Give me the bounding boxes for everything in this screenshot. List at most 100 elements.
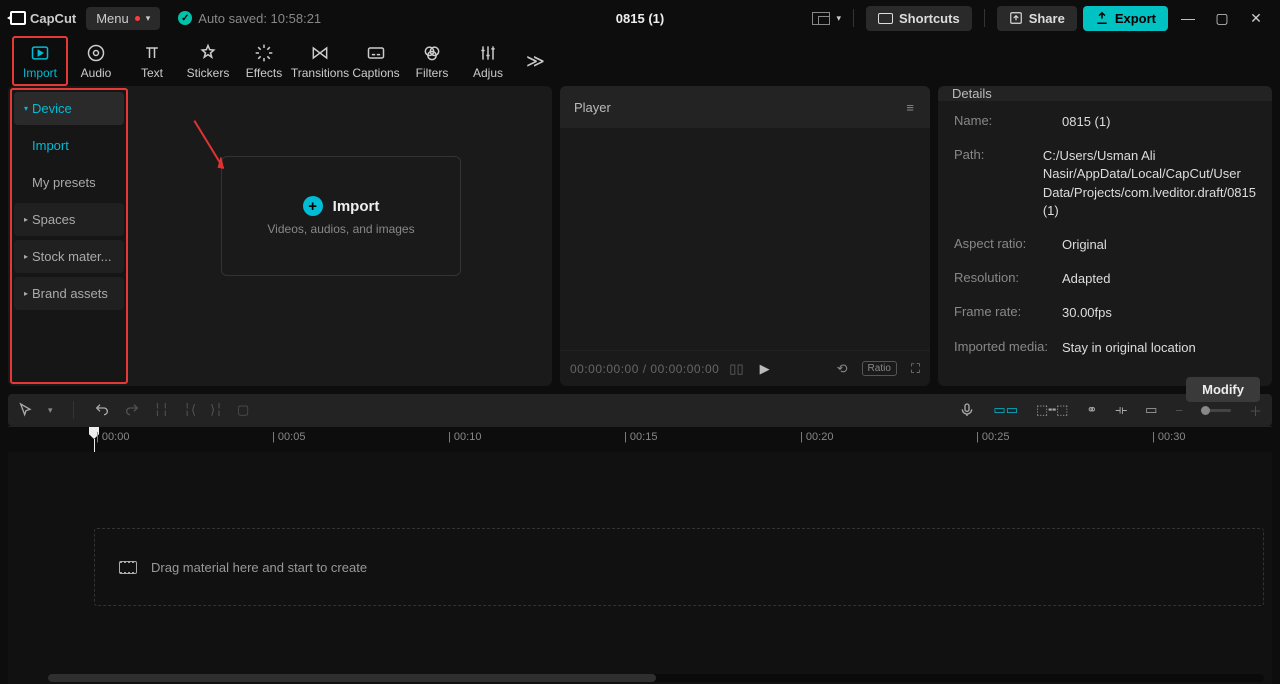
tab-captions[interactable]: Captions [348, 36, 404, 86]
trim-right-tool[interactable]: ⟩╎ [210, 402, 223, 418]
sidebar-item-spaces[interactable]: ▸Spaces [14, 203, 124, 236]
sidebar-device-label: Device [32, 101, 72, 116]
menu-dot-icon [135, 16, 140, 21]
close-button[interactable]: ✕ [1242, 10, 1270, 27]
details-res-label: Resolution: [954, 270, 1062, 288]
zoom-out-button[interactable]: − [1175, 403, 1183, 418]
separator [984, 9, 985, 27]
redo-button[interactable] [124, 402, 140, 418]
tab-text-label: Text [141, 66, 163, 80]
menu-label: Menu [96, 11, 129, 26]
undo-button[interactable] [94, 402, 110, 418]
tab-effects-label: Effects [246, 66, 282, 80]
shortcuts-button[interactable]: Shortcuts [866, 6, 972, 31]
tab-transitions[interactable]: Transitions [292, 36, 348, 86]
details-fps-value: 30.00fps [1062, 304, 1256, 322]
tabs-more-button[interactable]: ≫ [516, 51, 555, 72]
player-menu-icon[interactable]: ≡ [906, 100, 916, 115]
scale-icon[interactable]: ⟲ [837, 361, 848, 377]
timeline-scroll-thumb[interactable] [48, 674, 656, 682]
ruler-tick: | 00:15 [624, 431, 657, 443]
timeline-drop-hint: Drag material here and start to create [151, 560, 367, 575]
player-viewport[interactable] [560, 128, 930, 350]
pointer-tool[interactable] [18, 402, 34, 418]
timeline-ruler[interactable]: | 00:00| 00:05| 00:10| 00:15| 00:20| 00:… [8, 426, 1272, 452]
tab-filters[interactable]: Filters [404, 36, 460, 86]
maximize-button[interactable]: ▢ [1208, 10, 1236, 27]
zoom-slider[interactable] [1201, 409, 1231, 412]
details-fps-label: Frame rate: [954, 304, 1062, 322]
split-tool[interactable]: ╎╎ [154, 402, 170, 418]
stickers-icon [198, 43, 218, 63]
main-tabs: Import Audio Text Stickers Effects Trans… [0, 36, 1280, 86]
details-header: Details [938, 86, 1272, 101]
share-icon [1009, 11, 1023, 25]
title-bar: CapCut Menu ▾ ✓ Auto saved: 10:58:21 081… [0, 0, 1280, 36]
compare-icon[interactable]: ▯▯ [729, 361, 743, 377]
share-button[interactable]: Share [997, 6, 1077, 31]
media-main: + Import Videos, audios, and images [130, 86, 552, 386]
export-label: Export [1115, 11, 1156, 26]
tab-stickers[interactable]: Stickers [180, 36, 236, 86]
sidebar-mypresets-label: My presets [32, 175, 96, 190]
autosave-status: ✓ Auto saved: 10:58:21 [178, 11, 321, 26]
chevron-down-icon: ▾ [146, 13, 151, 24]
keyboard-icon [878, 13, 893, 24]
timeline-dropzone[interactable]: Drag material here and start to create [94, 528, 1264, 606]
fullscreen-icon[interactable]: ⛶ [911, 361, 920, 377]
zoom-in-button[interactable]: ＋ [1249, 401, 1262, 420]
layout-icon[interactable] [812, 12, 830, 25]
tab-import[interactable]: Import [12, 36, 68, 86]
details-aspect-label: Aspect ratio: [954, 236, 1062, 254]
export-button[interactable]: Export [1083, 6, 1168, 31]
timeline-area[interactable]: Drag material here and start to create [8, 452, 1272, 684]
tab-adjust[interactable]: Adjus [460, 36, 516, 86]
tab-audio[interactable]: Audio [68, 36, 124, 86]
import-title: Import [333, 198, 380, 215]
pointer-dropdown[interactable]: ▾ [48, 405, 53, 416]
autosave-text: Auto saved: 10:58:21 [198, 11, 321, 26]
adjust-icon [478, 43, 498, 63]
shortcuts-label: Shortcuts [899, 11, 960, 26]
import-dropzone[interactable]: + Import Videos, audios, and images [221, 156, 461, 276]
ratio-button[interactable]: Ratio [862, 361, 897, 376]
sidebar-import-label: Import [32, 138, 69, 153]
annotation-arrow-icon [170, 114, 252, 188]
modify-button[interactable]: Modify [1186, 377, 1260, 402]
sidebar-item-stock[interactable]: ▸Stock mater... [14, 240, 124, 273]
timeline-scrollbar[interactable] [48, 674, 1264, 682]
tab-effects[interactable]: Effects [236, 36, 292, 86]
ruler-tick: | 00:10 [448, 431, 481, 443]
sidebar-item-mypresets[interactable]: My presets [14, 166, 124, 199]
sidebar-item-device[interactable]: ▾Device [14, 92, 124, 125]
details-name-value: 0815 (1) [1062, 113, 1256, 131]
player-controls: 00:00:00:00 / 00:00:00:00 ▯▯ ▶ ⟲ Ratio ⛶ [560, 350, 930, 386]
ruler-tick: | 00:05 [272, 431, 305, 443]
import-icon [30, 43, 50, 63]
text-icon [142, 43, 162, 63]
sidebar-item-brand[interactable]: ▸Brand assets [14, 277, 124, 310]
details-title: Details [952, 86, 992, 101]
tab-audio-label: Audio [81, 66, 112, 80]
crop-tool[interactable]: ▢ [237, 402, 249, 418]
details-panel: Details Name:0815 (1) Path:C:/Users/Usma… [938, 86, 1272, 386]
ruler-tick: | 00:30 [1152, 431, 1185, 443]
minimize-button[interactable]: ― [1174, 10, 1202, 26]
capcut-icon [10, 11, 26, 25]
play-button[interactable]: ▶ [760, 361, 770, 377]
player-panel: Player ≡ 00:00:00:00 / 00:00:00:00 ▯▯ ▶ … [560, 86, 930, 386]
details-path-value: C:/Users/Usman Ali Nasir/AppData/Local/C… [1043, 147, 1256, 220]
sidebar-brand-label: Brand assets [32, 286, 108, 301]
player-title: Player [574, 100, 611, 115]
sidebar-item-import[interactable]: Import [14, 129, 124, 162]
trim-left-tool[interactable]: ╎⟨ [183, 402, 196, 418]
tab-text[interactable]: Text [124, 36, 180, 86]
tab-filters-label: Filters [416, 66, 449, 80]
separator [73, 401, 74, 419]
ruler-tick: | 00:20 [800, 431, 833, 443]
chevron-down-icon[interactable]: ▾ [836, 13, 841, 24]
tab-captions-label: Captions [352, 66, 399, 80]
menu-button[interactable]: Menu ▾ [86, 7, 160, 30]
captions-icon [366, 43, 386, 63]
details-body: Name:0815 (1) Path:C:/Users/Usman Ali Na… [938, 101, 1272, 369]
